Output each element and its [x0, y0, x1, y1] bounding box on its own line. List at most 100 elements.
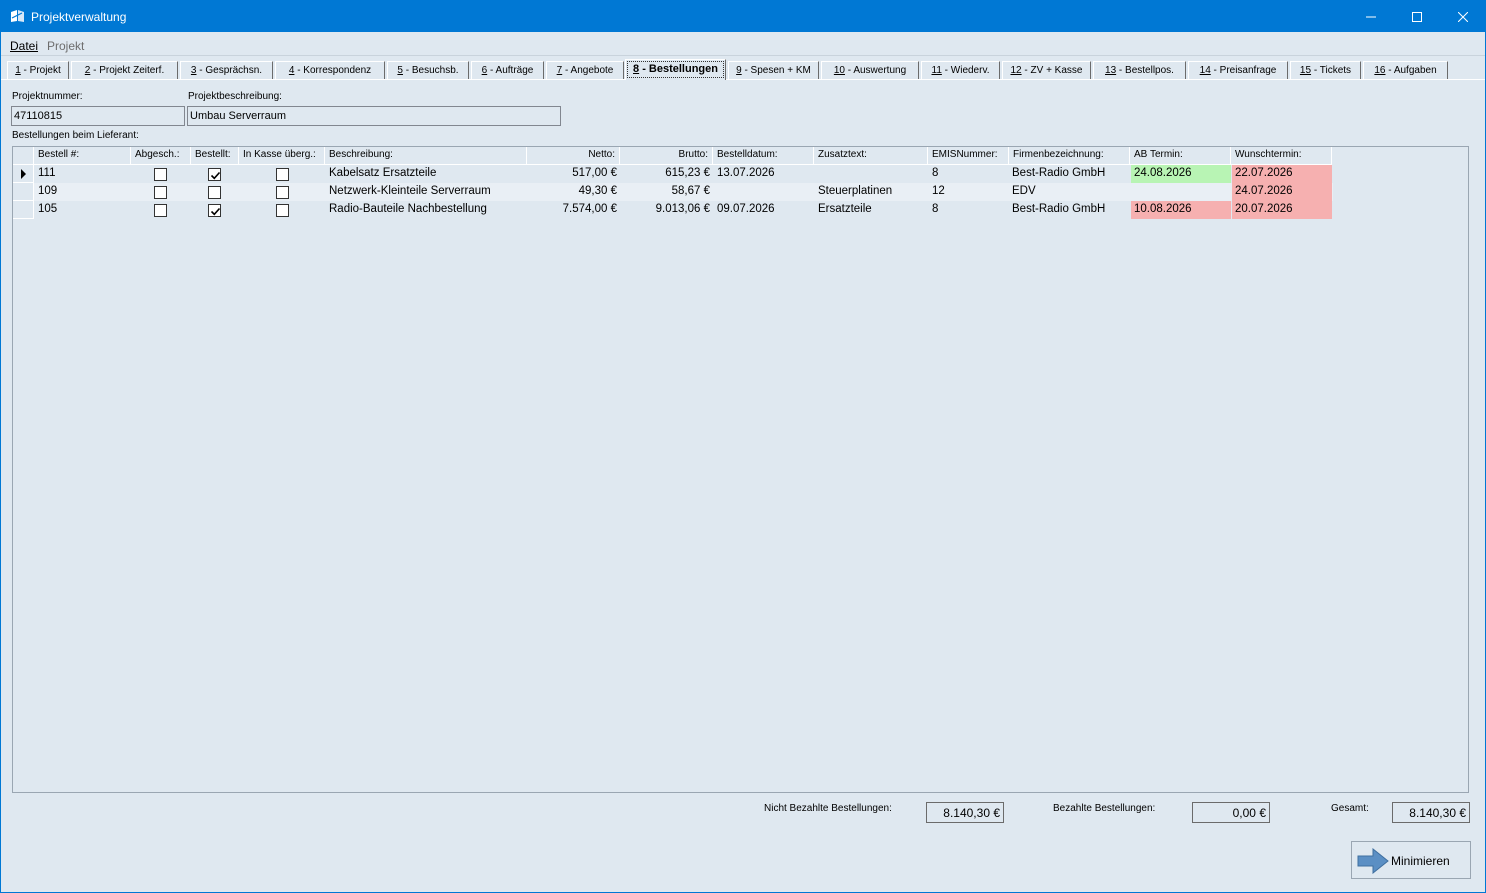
header-brutto[interactable]: Brutto: — [620, 147, 713, 165]
bestellt-checkbox[interactable] — [208, 204, 221, 217]
header-emisnummer[interactable]: EMISNummer: — [928, 147, 1009, 165]
tab-tickets[interactable]: 15 - Tickets — [1290, 61, 1361, 80]
header-bestellt[interactable]: Bestellt: — [191, 147, 239, 165]
maximize-window-button[interactable] — [1394, 1, 1440, 32]
abgesch-checkbox[interactable] — [154, 186, 167, 199]
tab-besuchsb[interactable]: 5 - Besuchsb. — [387, 61, 469, 80]
abgesch-checkbox[interactable] — [154, 204, 167, 217]
cell-emisnummer[interactable]: 8 — [929, 165, 1009, 183]
cell-ab-termin[interactable]: 10.08.2026 — [1131, 201, 1231, 219]
projektnummer-field[interactable]: 47110815 — [11, 106, 185, 126]
close-window-button[interactable] — [1440, 1, 1486, 32]
row-selector[interactable] — [13, 183, 34, 201]
header-zusatztext[interactable]: Zusatztext: — [814, 147, 928, 165]
header-firmenbezeichnung[interactable]: Firmenbezeichnung: — [1009, 147, 1130, 165]
cell-brutto[interactable]: 9.013,06 € — [620, 201, 713, 219]
bezahlt-field[interactable]: 0,00 € — [1192, 802, 1270, 823]
menu-projekt[interactable]: Projekt — [47, 39, 84, 53]
minimize-window-button[interactable] — [1348, 1, 1394, 32]
maximize-icon — [1412, 11, 1422, 22]
header-bestell[interactable]: Bestell #: — [34, 147, 131, 165]
cell-netto[interactable]: 49,30 € — [527, 183, 620, 201]
tab-bestellpos[interactable]: 13 - Bestellpos. — [1093, 61, 1186, 80]
tab-projekt[interactable]: 1 - Projekt — [7, 61, 69, 80]
header-bestelldatum[interactable]: Bestelldatum: — [713, 147, 814, 165]
bestellt-checkbox[interactable] — [208, 168, 221, 181]
cell-netto[interactable]: 517,00 € — [527, 165, 620, 183]
cell-bestell[interactable]: 105 — [35, 201, 131, 219]
menu-bar: Datei Projekt — [1, 34, 1485, 56]
tab-korrespondenz[interactable]: 4 - Korrespondenz — [275, 61, 385, 80]
tab-projekt-zeiterf[interactable]: 2 - Projekt Zeiterf. — [71, 61, 178, 80]
cell-wunschtermin[interactable]: 24.07.2026 — [1232, 183, 1332, 201]
tab-angebote[interactable]: 7 - Angebote — [546, 61, 624, 80]
cell-emisnummer[interactable]: 12 — [929, 183, 1009, 201]
nicht-bezahlt-label: Nicht Bezahlte Bestellungen: — [764, 803, 892, 814]
cell-beschreibung[interactable]: Netzwerk-Kleinteile Serverraum — [326, 183, 527, 201]
tab-bestellungen[interactable]: 8 - Bestellungen — [625, 59, 726, 80]
minimieren-label: Minimieren — [1391, 854, 1450, 868]
kasse-checkbox[interactable] — [276, 186, 289, 199]
cell-beschreibung[interactable]: Radio-Bauteile Nachbestellung — [326, 201, 527, 219]
row-selector[interactable] — [13, 165, 34, 183]
tab-preisanfrage[interactable]: 14 - Preisanfrage — [1188, 61, 1288, 80]
header-abgesch[interactable]: Abgesch.: — [131, 147, 191, 165]
grid-header: Bestell #: Abgesch.: Bestellt: In Kasse … — [13, 147, 1333, 165]
table-row[interactable]: 109 Netzwerk-Kleinteile Serverraum 49,30… — [13, 183, 1333, 201]
cell-zusatztext[interactable] — [815, 165, 928, 183]
header-netto[interactable]: Netto: — [527, 147, 620, 165]
cell-wunschtermin[interactable]: 22.07.2026 — [1232, 165, 1332, 183]
gesamt-field[interactable]: 8.140,30 € — [1392, 802, 1470, 823]
cell-firma[interactable]: EDV — [1009, 183, 1130, 201]
cell-bestell[interactable]: 111 — [35, 165, 131, 183]
cell-ab-termin[interactable] — [1131, 183, 1231, 201]
table-row[interactable]: 105 Radio-Bauteile Nachbestellung 7.574,… — [13, 201, 1333, 219]
cell-bestelldatum[interactable]: 13.07.2026 — [714, 165, 814, 183]
cell-bestell[interactable]: 109 — [35, 183, 131, 201]
cell-emisnummer[interactable]: 8 — [929, 201, 1009, 219]
projektnummer-label: Projektnummer: — [12, 91, 83, 102]
cell-wunschtermin[interactable]: 20.07.2026 — [1232, 201, 1332, 219]
cell-ab-termin[interactable]: 24.08.2026 — [1131, 165, 1231, 183]
header-kasse[interactable]: In Kasse überg.: — [239, 147, 325, 165]
projektbeschreibung-field[interactable]: Umbau Serverraum — [187, 106, 561, 126]
app-logo-icon — [11, 10, 24, 22]
beschreibung-label: Projektbeschreibung: — [188, 91, 282, 102]
cell-beschreibung[interactable]: Kabelsatz Ersatzteile — [326, 165, 527, 183]
nicht-bezahlt-field[interactable]: 8.140,30 € — [926, 802, 1004, 823]
bezahlt-label: Bezahlte Bestellungen: — [1053, 803, 1156, 814]
header-beschreibung[interactable]: Beschreibung: — [325, 147, 527, 165]
kasse-checkbox[interactable] — [276, 204, 289, 217]
menu-datei[interactable]: Datei — [10, 39, 38, 53]
cell-bestelldatum[interactable]: 09.07.2026 — [714, 201, 814, 219]
gesamt-label: Gesamt: — [1331, 803, 1369, 814]
cell-zusatztext[interactable]: Ersatzteile — [815, 201, 928, 219]
cell-netto[interactable]: 7.574,00 € — [527, 201, 620, 219]
cell-brutto[interactable]: 58,67 € — [620, 183, 713, 201]
cell-zusatztext[interactable]: Steuerplatinen — [815, 183, 928, 201]
cell-bestelldatum[interactable] — [714, 183, 814, 201]
grid-label: Bestellungen beim Lieferant: — [12, 130, 139, 141]
header-ab-termin[interactable]: AB Termin: — [1130, 147, 1231, 165]
bestellt-checkbox[interactable] — [208, 186, 221, 199]
tab-wiederv[interactable]: 11 - Wiederv. — [921, 61, 1000, 80]
checkmark-icon — [210, 171, 221, 180]
abgesch-checkbox[interactable] — [154, 168, 167, 181]
tab-divider — [1, 79, 1485, 80]
cell-brutto[interactable]: 615,23 € — [620, 165, 713, 183]
cell-firma[interactable]: Best-Radio GmbH — [1009, 165, 1130, 183]
tab-spesen-km[interactable]: 9 - Spesen + KM — [728, 61, 819, 80]
table-row[interactable]: 111 Kabelsatz Ersatzteile 517,00 € 615,2… — [13, 165, 1333, 183]
kasse-checkbox[interactable] — [276, 168, 289, 181]
tab-gespraechsn[interactable]: 3 - Gesprächsn. — [180, 61, 273, 80]
header-wunschtermin[interactable]: Wunschtermin: — [1231, 147, 1332, 165]
tab-auftraege[interactable]: 6 - Aufträge — [471, 61, 544, 80]
minimieren-button[interactable]: Minimieren — [1351, 841, 1471, 879]
title-bar[interactable]: Projektverwaltung — [1, 1, 1485, 32]
bestellungen-grid[interactable]: Bestell #: Abgesch.: Bestellt: In Kasse … — [12, 146, 1469, 793]
row-selector[interactable] — [13, 201, 34, 219]
tab-zv-kasse[interactable]: 12 - ZV + Kasse — [1002, 61, 1091, 80]
tab-aufgaben[interactable]: 16 - Aufgaben — [1363, 61, 1448, 80]
tab-auswertung[interactable]: 10 - Auswertung — [821, 61, 919, 80]
cell-firma[interactable]: Best-Radio GmbH — [1009, 201, 1130, 219]
